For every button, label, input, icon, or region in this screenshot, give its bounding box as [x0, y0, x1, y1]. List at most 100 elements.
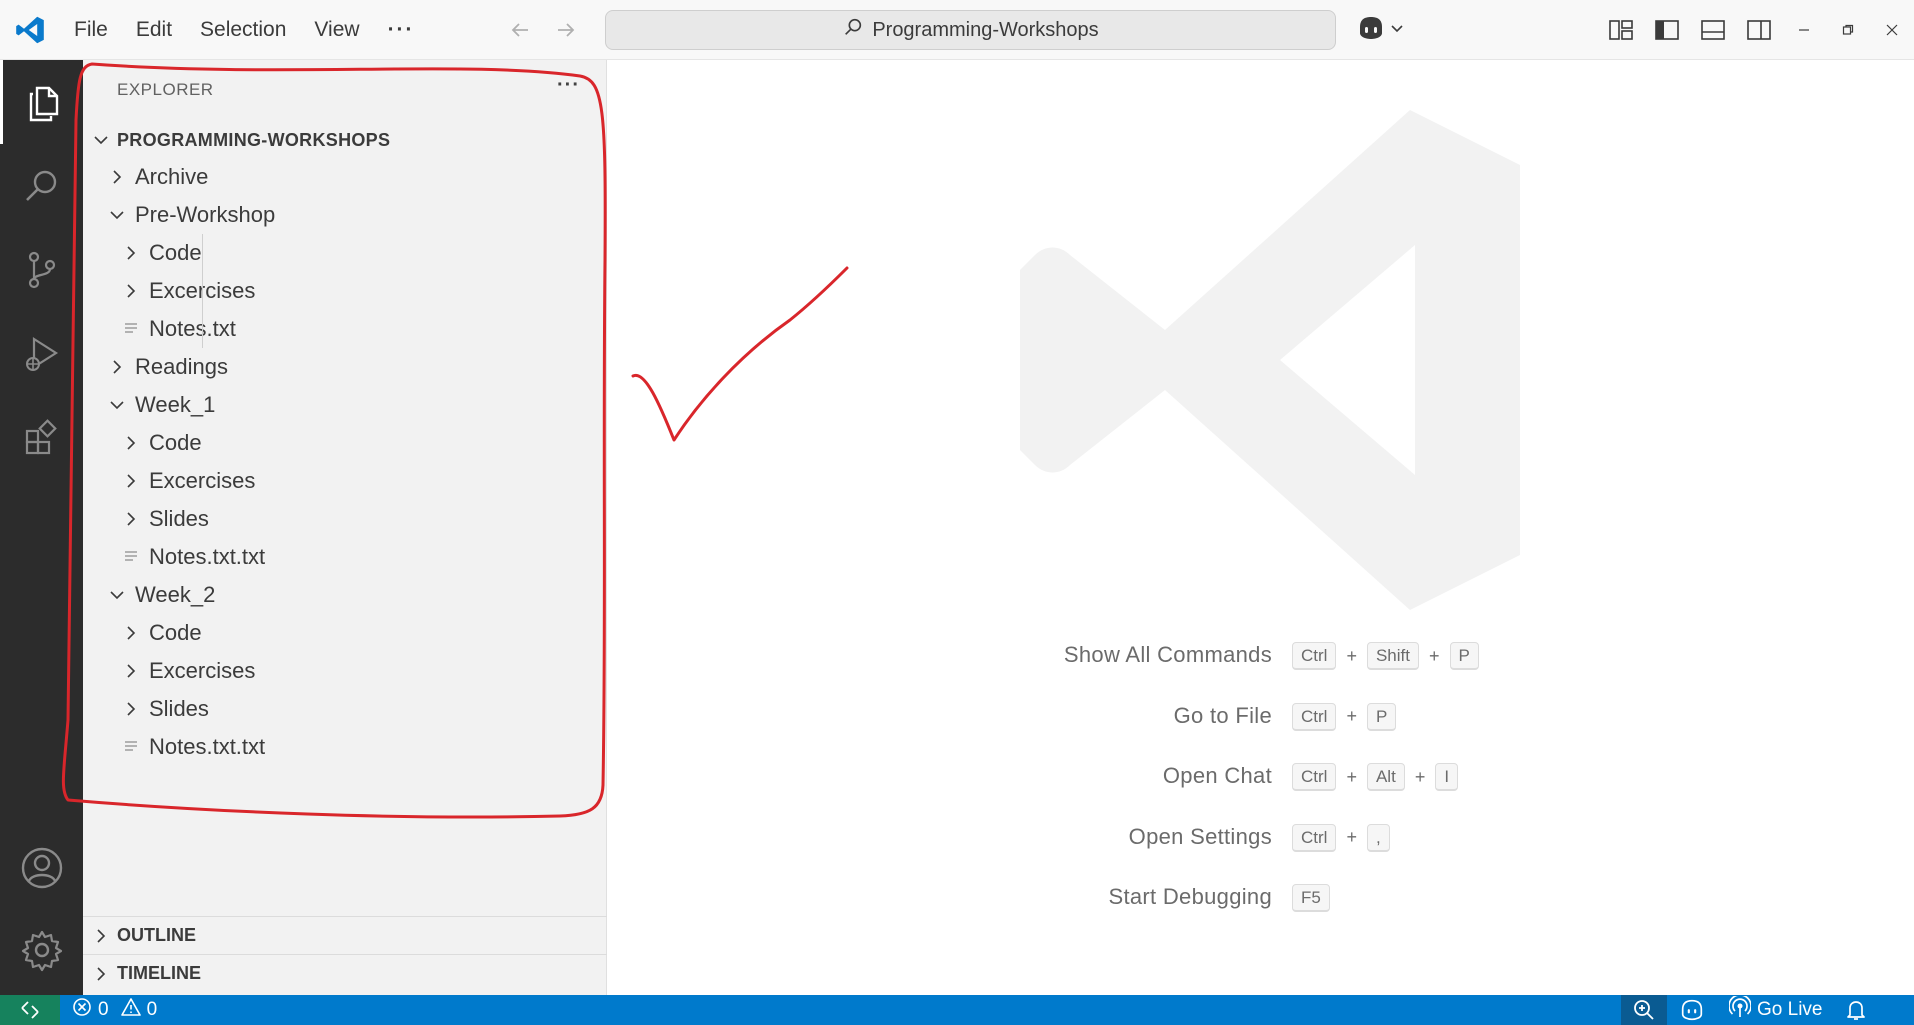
shortcut-open-chat: Open Chat Ctrl + Alt + I	[900, 757, 1600, 797]
timeline-section[interactable]: TIMELINE	[83, 954, 607, 992]
gear-icon[interactable]	[0, 908, 83, 992]
chevron-right-icon	[107, 167, 127, 192]
toggle-primary-sidebar-icon[interactable]	[1650, 12, 1684, 48]
command-center-search[interactable]: Programming-Workshops	[605, 10, 1336, 50]
folder-week-1[interactable]: Week_1	[83, 386, 607, 424]
tree-item-label: Pre-Workshop	[135, 202, 276, 227]
folder-code[interactable]: Code	[83, 424, 607, 462]
explorer-more-actions-button[interactable]: ···	[557, 74, 580, 97]
menu-selection[interactable]: Selection	[186, 10, 300, 50]
file-notes-txt-txt[interactable]: Notes.txt.txt	[83, 728, 607, 766]
keyboard-key: I	[1435, 763, 1459, 791]
tree-item-label: Code	[149, 620, 202, 645]
text-file-icon	[123, 320, 141, 343]
menu-edit[interactable]: Edit	[122, 10, 186, 50]
text-file-icon	[123, 738, 141, 761]
outline-section[interactable]: OUTLINE	[83, 916, 607, 954]
close-icon[interactable]	[1870, 10, 1914, 50]
shortcut-start-debugging: Start Debugging F5	[900, 878, 1600, 918]
workspace-root-folder[interactable]: PROGRAMMING-WORKSHOPS	[83, 122, 607, 158]
warning-icon	[120, 997, 141, 1023]
remote-indicator-icon[interactable]	[0, 995, 60, 1025]
chevron-right-icon	[121, 699, 141, 724]
chevron-down-icon	[107, 395, 127, 420]
problems-indicator[interactable]: 0 0	[72, 995, 157, 1025]
chevron-down-icon	[107, 585, 127, 610]
key-separator: +	[1414, 766, 1426, 787]
folder-readings[interactable]: Readings	[83, 348, 607, 386]
keyboard-key: Ctrl	[1292, 642, 1337, 670]
folder-archive[interactable]: Archive	[83, 158, 607, 196]
folder-excercises[interactable]: Excercises	[83, 462, 607, 500]
folder-code[interactable]: Code	[83, 234, 607, 272]
indent-guide	[202, 234, 203, 348]
tree-item-label: Archive	[135, 164, 209, 189]
back-arrow-icon[interactable]	[504, 12, 536, 48]
shortcut-label: Show All Commands	[1063, 642, 1272, 667]
outline-label: OUTLINE	[117, 925, 196, 945]
account-icon[interactable]	[0, 826, 83, 910]
folder-week-2[interactable]: Week_2	[83, 576, 607, 614]
explorer-icon[interactable]	[0, 60, 83, 144]
key-separator: +	[1346, 706, 1357, 726]
toggle-secondary-sidebar-icon[interactable]	[1742, 12, 1776, 48]
customize-layout-icon[interactable]	[1604, 12, 1638, 48]
keyboard-key: F5	[1292, 884, 1330, 912]
keyboard-key: ,	[1366, 823, 1390, 852]
minimize-icon[interactable]	[1782, 10, 1826, 50]
keyboard-key: Ctrl	[1292, 823, 1337, 852]
extensions-icon[interactable]	[0, 396, 83, 480]
folder-pre-workshop[interactable]: Pre-Workshop	[83, 196, 607, 234]
menu-bar: File Edit Selection View ···	[60, 0, 429, 60]
chevron-right-icon	[121, 623, 141, 648]
toggle-panel-icon[interactable]	[1696, 12, 1730, 48]
chevron-right-icon	[91, 964, 111, 989]
shortcut-go-to-file: Go to File Ctrl + P	[900, 697, 1600, 737]
notifications-bell-icon[interactable]	[1834, 995, 1878, 1025]
zoom-icon[interactable]	[1621, 995, 1667, 1025]
warning-count: 0	[146, 999, 158, 1020]
tree-item-label: Code	[149, 240, 202, 265]
keyboard-key: Ctrl	[1292, 763, 1337, 791]
copilot-menu-button[interactable]	[1356, 12, 1412, 48]
error-count: 0	[98, 999, 109, 1020]
chevron-right-icon	[121, 509, 141, 534]
menu-file[interactable]: File	[60, 10, 122, 50]
tree-item-label: Excercises	[149, 658, 256, 683]
folder-slides[interactable]: Slides	[83, 500, 607, 538]
menu-more-button[interactable]: ···	[374, 10, 429, 50]
source-control-icon[interactable]	[0, 228, 83, 312]
chevron-down-icon	[91, 130, 111, 155]
chevron-right-icon	[121, 281, 141, 306]
key-separator: +	[1346, 827, 1357, 847]
shortcut-show-all-commands: Show All Commands Ctrl + Shift + P	[900, 636, 1600, 676]
chevron-down-icon	[1390, 21, 1404, 40]
keyboard-key: P	[1366, 702, 1397, 731]
go-live-button[interactable]: Go Live	[1717, 994, 1834, 1025]
go-live-label: Go Live	[1757, 999, 1823, 1020]
folder-excercises[interactable]: Excercises	[83, 272, 607, 310]
search-icon[interactable]	[0, 144, 83, 228]
run-debug-icon[interactable]	[0, 312, 83, 396]
menu-view[interactable]: View	[300, 10, 373, 50]
workspace-root-label: PROGRAMMING-WORKSHOPS	[117, 129, 391, 150]
restore-icon[interactable]	[1826, 10, 1870, 50]
tree-item-label: Slides	[149, 506, 209, 531]
tree-item-label: Readings	[135, 354, 228, 379]
keyboard-key: Ctrl	[1292, 702, 1337, 731]
file-notes-txt-txt[interactable]: Notes.txt.txt	[83, 538, 607, 576]
folder-slides[interactable]: Slides	[83, 690, 607, 728]
shortcut-label: Open Settings	[1128, 823, 1272, 849]
folder-excercises[interactable]: Excercises	[83, 652, 607, 690]
chevron-down-icon	[107, 205, 127, 230]
chevron-right-icon	[121, 471, 141, 496]
chevron-right-icon	[121, 661, 141, 686]
tree-item-label: Excercises	[149, 468, 256, 493]
error-icon	[72, 997, 92, 1023]
folder-code[interactable]: Code	[83, 614, 607, 652]
broadcast-icon	[1728, 994, 1752, 1024]
copilot-icon	[1356, 15, 1386, 46]
forward-arrow-icon[interactable]	[550, 12, 582, 48]
copilot-status-icon[interactable]	[1667, 995, 1717, 1025]
file-notes-txt[interactable]: Notes.txt	[83, 310, 607, 348]
